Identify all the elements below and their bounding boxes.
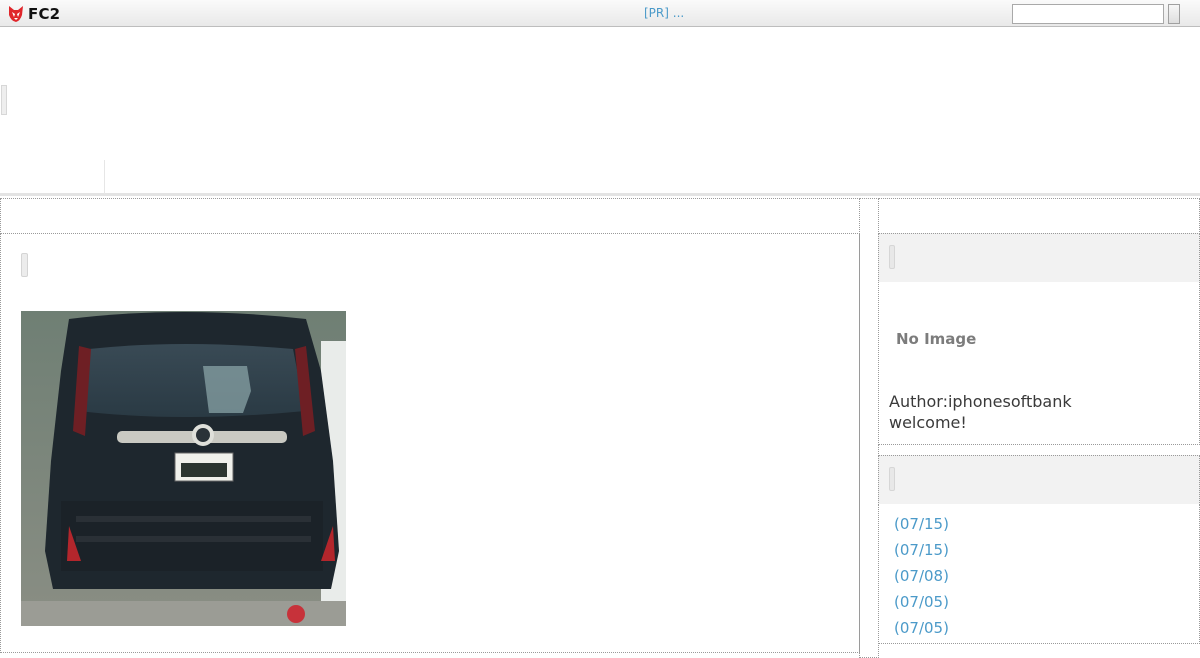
entry-title-placeholder: [21, 253, 28, 277]
fc2-header-bar: FC2 [PR] ...: [0, 0, 1200, 27]
recent-entry-link[interactable]: (07/05): [894, 619, 949, 637]
list-item: (07/08): [894, 566, 949, 592]
profile-avatar-placeholder: No Image: [896, 330, 977, 348]
blog-title-placeholder: [1, 85, 7, 115]
search-input[interactable]: [1012, 4, 1164, 24]
plugin-title-placeholder: [889, 467, 895, 491]
plugin-title-placeholder: [889, 245, 895, 269]
list-item: (07/05): [894, 592, 949, 618]
entry-photo-minivan[interactable]: [21, 311, 346, 626]
list-item: (07/15): [894, 514, 949, 540]
recent-entry-link[interactable]: (07/08): [894, 567, 949, 585]
recent-entries-list: (07/15) (07/15) (07/08) (07/05) (07/05): [894, 514, 949, 644]
column-gap: [859, 198, 879, 658]
sidebar-top-bar: [878, 198, 1200, 234]
global-nav: [0, 160, 1200, 196]
profile-message: welcome!: [889, 413, 967, 432]
plugin-header-profile: [878, 233, 1200, 283]
recent-entry-link[interactable]: (07/15): [894, 541, 949, 559]
list-item: (07/05): [894, 618, 949, 644]
plugin-header-recent-entries: [878, 455, 1200, 505]
list-item: (07/15): [894, 540, 949, 566]
fc2-logo-text: FC2: [28, 4, 61, 23]
nav-item-home[interactable]: [0, 160, 105, 194]
recent-entry-link[interactable]: (07/15): [894, 515, 949, 533]
recent-entry-link[interactable]: (07/05): [894, 593, 949, 611]
search-button[interactable]: [1168, 4, 1180, 24]
fc2-logo-link[interactable]: FC2: [6, 4, 60, 23]
fc2-fox-icon: [9, 6, 23, 22]
profile-author: Author:iphonesoftbank: [889, 392, 1072, 411]
pr-link[interactable]: [PR] ...: [644, 6, 684, 20]
main-top-bar: [0, 198, 860, 234]
